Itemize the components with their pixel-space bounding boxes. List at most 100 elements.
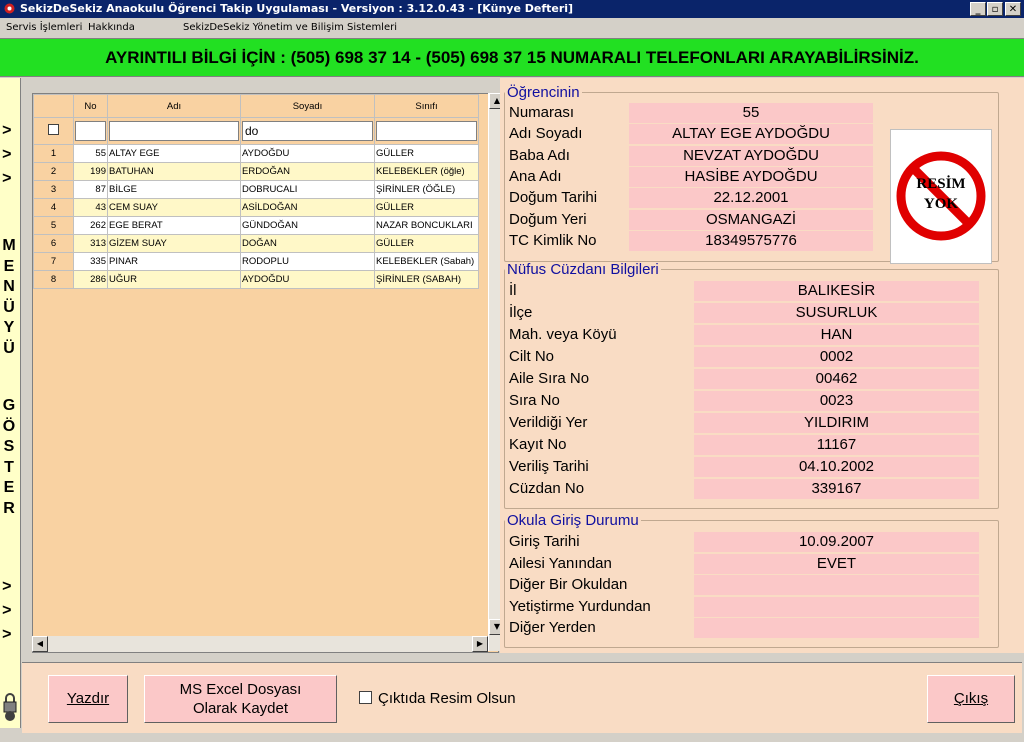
row-sinifi-cell[interactable]: KELEBEKLER (Sabah) [374,252,479,271]
nufus-field-label: Verildiği Yer [509,414,588,431]
okul-field-label: Giriş Tarihi [509,533,580,550]
row-adi-cell[interactable]: BİLGE [107,180,241,199]
row-no-cell[interactable]: 87 [73,180,108,199]
photo-text-2: YOK [924,196,959,212]
excel-export-button[interactable]: MS Excel Dosyası Olarak Kaydet [144,675,337,723]
maximize-button[interactable]: ▫ [987,2,1003,16]
okul-field-value [694,575,979,595]
scroll-left-icon[interactable]: ◀ [32,636,48,652]
student-field-label: Ana Adı [509,167,562,185]
table-row[interactable]: 5 262 EGE BERAT GÜNDOĞAN NAZAR BONCUKLARI [33,216,479,235]
row-no-cell[interactable]: 286 [73,270,108,289]
row-adi-cell[interactable]: BATUHAN [107,162,241,181]
grid-horizontal-scrollbar[interactable]: ◀ ▶ [32,636,488,652]
row-index-cell[interactable]: 3 [33,180,74,199]
row-index-cell[interactable]: 1 [33,144,74,163]
row-index-cell[interactable]: 6 [33,234,74,253]
row-adi-cell[interactable]: UĞUR [107,270,241,289]
table-row[interactable]: 7 335 PINAR RODOPLU KELEBEKLER (Sabah) [33,252,479,271]
show-menu-sidebar[interactable]: > > > MENÜYÜ GÖSTER > > > [0,78,21,728]
filter-adi-input[interactable] [109,121,239,141]
nufus-field-value: 339167 [694,479,979,499]
row-sinifi-cell[interactable]: GÜLLER [374,234,479,253]
table-row[interactable]: 1 55 ALTAY EGE AYDOĞDU GÜLLER [33,144,479,163]
row-sinifi-cell[interactable]: KELEBEKLER (öğle) [374,162,479,181]
student-table: No Adı Soyadı Sınıfı 155ALTAY EGEAYDOĞDU… [33,94,479,289]
row-soyadi-cell[interactable]: DOĞAN [240,234,375,253]
menu-sekizdesekiz[interactable]: SekizDeSekiz Yönetim ve Bilişim Sistemle… [183,22,397,33]
row-soyadi-cell[interactable]: RODOPLU [240,252,375,271]
title-bar: SekizDeSekiz Anaokulu Öğrenci Takip Uygu… [0,0,1024,18]
menu-vertical-label: MENÜYÜ [2,237,16,357]
table-row[interactable]: 2 199 BATUHAN ERDOĞAN KELEBEKLER (öğle) [33,162,479,181]
row-soyadi-cell[interactable]: GÜNDOĞAN [240,216,375,235]
exit-button[interactable]: Çıkış [927,675,1015,723]
table-row[interactable]: 8 286 UĞUR AYDOĞDU ŞİRİNLER (SABAH) [33,270,479,289]
row-adi-cell[interactable]: CEM SUAY [107,198,241,217]
table-row[interactable]: 6 313 GİZEM SUAY DOĞAN GÜLLER [33,234,479,253]
row-index-cell[interactable]: 7 [33,252,74,271]
student-field-label: Adı Soyadı [509,125,583,143]
lock-icon[interactable] [2,690,18,722]
column-header-soyadi[interactable]: Soyadı [240,94,375,118]
row-index-cell[interactable]: 8 [33,270,74,289]
row-sinifi-cell[interactable]: ŞİRİNLER (SABAH) [374,270,479,289]
row-no-cell[interactable]: 55 [73,144,108,163]
column-header-sinifi[interactable]: Sınıfı [374,94,479,118]
okul-field-label: Yetiştirme Yurdundan [509,597,651,615]
nufus-field-label: Aile Sıra No [509,370,590,387]
column-header-no[interactable]: No [73,94,108,118]
select-all-checkbox[interactable] [48,124,59,135]
row-sinifi-cell[interactable]: GÜLLER [374,144,479,163]
column-header-adi[interactable]: Adı [107,94,241,118]
filter-sinifi-input[interactable] [376,121,477,141]
minimize-button[interactable]: _ [970,2,986,16]
row-soyadi-cell[interactable]: ERDOĞAN [240,162,375,181]
row-no-cell[interactable]: 335 [73,252,108,271]
nufus-field-value: HAN [694,325,979,345]
student-field-label: Numarası [509,104,575,121]
row-no-cell[interactable]: 199 [73,162,108,181]
photo-text-1: RESİM [916,175,965,192]
no-photo-image: RESİM YOK [890,129,992,264]
photo-in-print-label[interactable]: Çıktıda Resim Olsun [378,690,516,707]
row-soyadi-cell[interactable]: AYDOĞDU [240,270,375,289]
row-index-cell[interactable]: 2 [33,162,74,181]
filter-soyadi-input[interactable] [242,121,373,141]
filter-no-input[interactable] [75,121,106,141]
row-index-cell[interactable]: 5 [33,216,74,235]
row-sinifi-cell[interactable]: NAZAR BONCUKLARI [374,216,479,235]
nufus-field-label: İlçe [509,304,533,321]
row-adi-cell[interactable]: EGE BERAT [107,216,241,235]
print-button[interactable]: Yazdır [48,675,128,723]
close-button[interactable]: ✕ [1005,2,1021,16]
window-title: SekizDeSekiz Anaokulu Öğrenci Takip Uygu… [20,2,574,15]
student-field-label: TC Kimlik No [509,231,597,249]
menu-hakkinda[interactable]: Hakkında [88,22,135,33]
row-no-cell[interactable]: 262 [73,216,108,235]
row-sinifi-cell[interactable]: GÜLLER [374,198,479,217]
row-soyadi-cell[interactable]: DOBRUCALI [240,180,375,199]
table-row[interactable]: 3 87 BİLGE DOBRUCALI ŞİRİNLER (ÖĞLE) [33,180,479,199]
detail-panel: Öğrencinin Numarası 55 Adı Soyadı ALTAY EGE… [500,78,1024,653]
bottom-toolbar: Yazdır MS Excel Dosyası Olarak Kaydet Çık… [22,662,1022,733]
row-no-cell[interactable]: 313 [73,234,108,253]
nufus-field-value: 0023 [694,391,979,411]
photo-in-print-checkbox[interactable] [359,691,372,704]
filter-row [33,117,479,145]
row-adi-cell[interactable]: GİZEM SUAY [107,234,241,253]
student-field-label: Doğum Tarihi [509,189,598,207]
row-adi-cell[interactable]: ALTAY EGE [107,144,241,163]
table-row[interactable]: 4 43 CEM SUAY ASİLDOĞAN GÜLLER [33,198,479,217]
row-soyadi-cell[interactable]: AYDOĞDU [240,144,375,163]
scroll-right-icon[interactable]: ▶ [472,636,488,652]
okul-fieldset: Okula Giriş Durumu Giriş Tarihi 10.09.200… [504,512,999,648]
okul-legend: Okula Giriş Durumu [507,512,639,529]
row-sinifi-cell[interactable]: ŞİRİNLER (ÖĞLE) [374,180,479,199]
row-no-cell[interactable]: 43 [73,198,108,217]
menu-servis[interactable]: Servis İşlemleri [6,22,82,33]
row-index-cell[interactable]: 4 [33,198,74,217]
okul-field-label: Ailesi Yanından [509,554,612,572]
row-soyadi-cell[interactable]: ASİLDOĞAN [240,198,375,217]
row-adi-cell[interactable]: PINAR [107,252,241,271]
